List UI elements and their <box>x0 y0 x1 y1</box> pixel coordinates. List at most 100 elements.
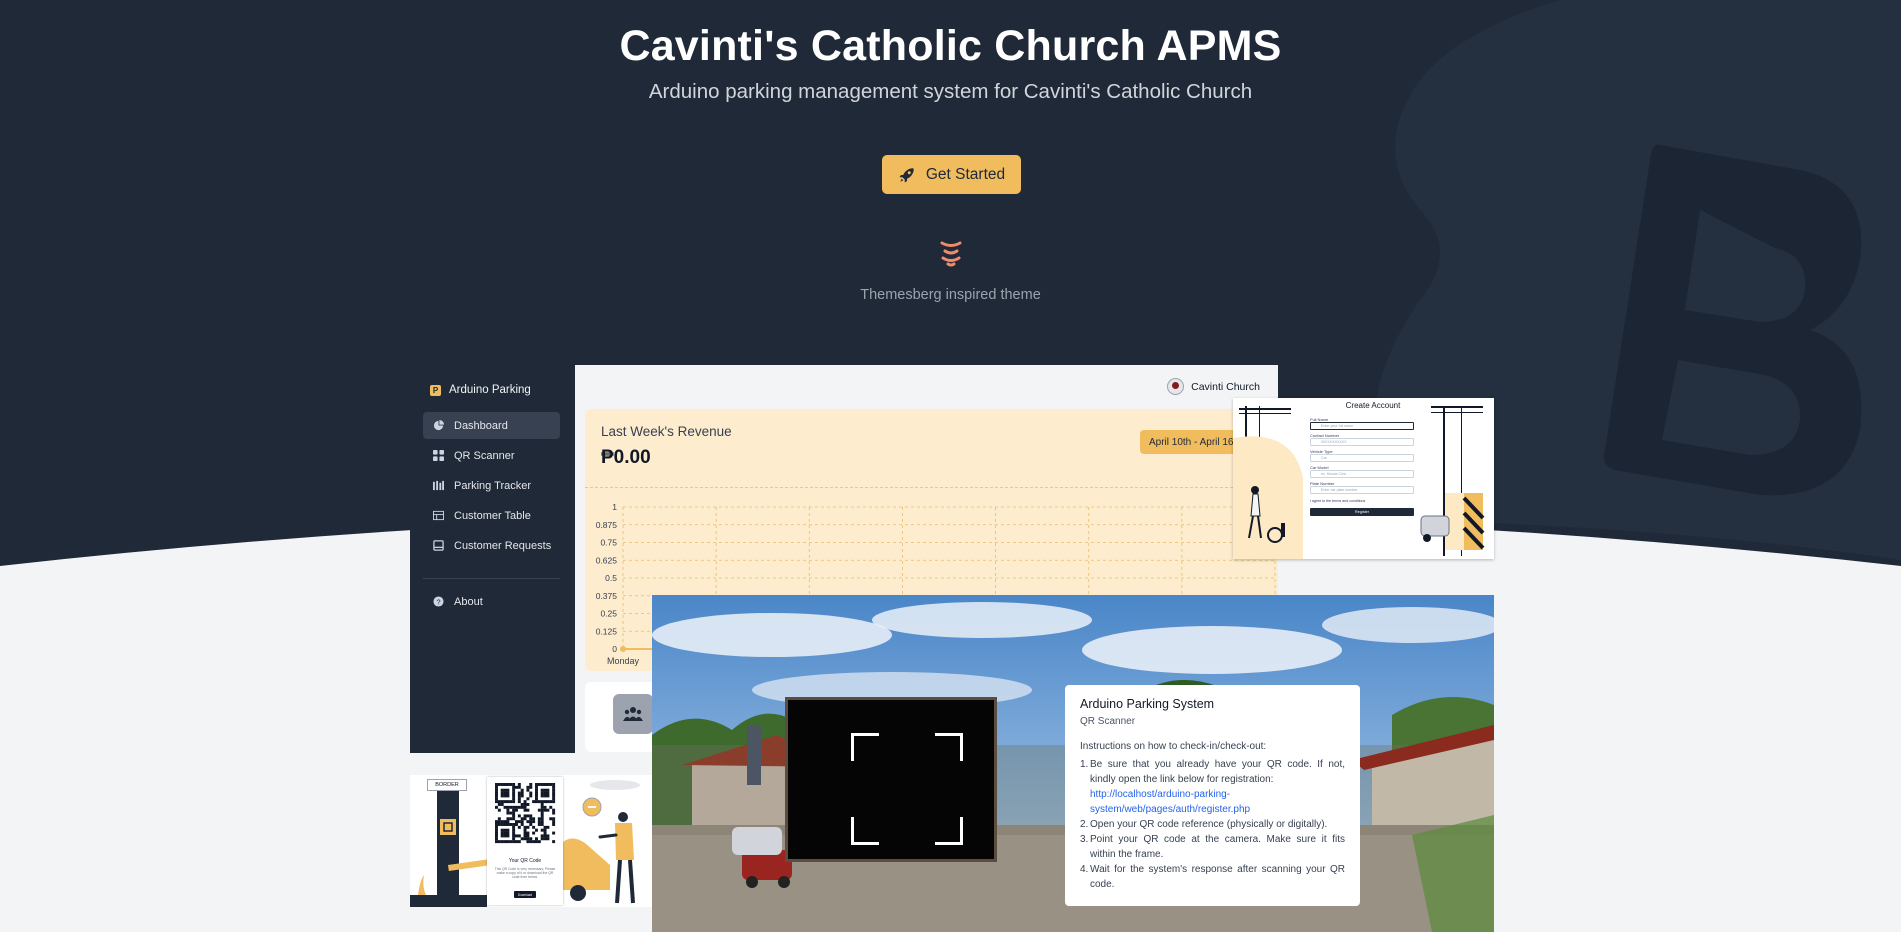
qr-module <box>497 820 501 824</box>
qr-module <box>526 831 530 835</box>
registration-link[interactable]: http://localhost/arduino-parking-system/… <box>1090 789 1250 815</box>
qr-module <box>506 831 510 835</box>
contact-number-field[interactable]: 09XXXXXXXXX <box>1310 438 1414 446</box>
qr-module <box>532 825 536 829</box>
qr-module <box>495 791 498 795</box>
sidebar-item-dashboard[interactable]: Dashboard <box>423 412 560 439</box>
qr-module <box>500 831 504 835</box>
user-name: Cavinti Church <box>1191 380 1260 393</box>
qr-module <box>506 808 510 812</box>
get-started-button[interactable]: Get Started <box>882 155 1021 194</box>
grid-icon <box>433 450 444 461</box>
sidebar-item-customer-table[interactable]: Customer Table <box>423 502 560 529</box>
y-tick-label: 1 <box>612 502 617 512</box>
x-tick-label: Monday <box>607 656 640 666</box>
qr-module <box>509 805 513 809</box>
qr-module <box>517 783 521 786</box>
revenue-separator <box>585 487 1278 488</box>
qr-module <box>535 837 538 841</box>
qr-module <box>509 783 513 786</box>
plate-number-field[interactable]: Enter car plate number <box>1310 486 1414 494</box>
qr-module <box>497 808 501 812</box>
qr-module <box>526 837 530 841</box>
sidebar-item-about[interactable]: ? About <box>423 588 560 615</box>
qr-module <box>497 817 501 821</box>
qr-module <box>526 814 530 818</box>
hero-title: Cavinti's Catholic Church APMS <box>619 22 1282 70</box>
qr-module <box>540 788 544 792</box>
avatar <box>1167 378 1185 395</box>
qr-module <box>497 803 501 806</box>
qr-module <box>540 791 544 795</box>
qr-code-image <box>495 783 556 844</box>
y-tick-label: 0.5 <box>605 573 617 583</box>
qr-module <box>495 831 498 835</box>
vehicle-type-field[interactable]: Car <box>1310 454 1414 462</box>
qr-module <box>515 823 518 826</box>
qr-module <box>523 828 527 832</box>
qr-module <box>512 791 516 795</box>
y-tick-label: 0.375 <box>596 591 618 601</box>
user-menu[interactable]: Cavinti Church <box>1167 378 1260 395</box>
qr-module <box>537 840 541 844</box>
qr-module <box>549 800 553 804</box>
qr-module <box>515 808 518 812</box>
terms-checkbox[interactable]: I agree to the terms and conditions <box>1310 498 1414 504</box>
qr-module <box>543 831 547 835</box>
qr-module <box>532 817 536 821</box>
qr-module <box>549 805 553 809</box>
qr-code-card: Your QR Code This QR Code is very necess… <box>487 777 563 905</box>
qr-module <box>495 805 498 809</box>
qr-module <box>546 808 550 812</box>
qr-module <box>540 805 544 809</box>
qr-module <box>503 788 507 792</box>
y-tick-label: 0.25 <box>600 609 617 619</box>
qr-module <box>495 785 498 789</box>
qr-module <box>509 811 513 815</box>
qr-module <box>546 834 550 838</box>
qr-scanner-preview: Arduino Parking System QR Scanner Instru… <box>652 595 1494 932</box>
qr-module <box>517 797 521 801</box>
y-tick-label: 0 <box>612 644 617 654</box>
qr-module <box>506 794 510 798</box>
qr-module <box>500 800 504 804</box>
qr-module <box>526 803 530 806</box>
qr-module <box>537 808 541 812</box>
full-name-field[interactable]: Enter your full name <box>1310 422 1414 430</box>
revenue-value: ₱0.00 <box>601 447 651 468</box>
qr-module <box>506 823 510 826</box>
qr-module <box>512 823 516 826</box>
qr-description: This QR Code is very necessary. Please m… <box>494 867 556 879</box>
qr-module <box>540 803 544 806</box>
qr-module <box>509 840 513 844</box>
qr-module <box>526 797 530 801</box>
brand-caption: Themesberg inspired theme <box>860 287 1041 303</box>
qr-module <box>506 783 510 786</box>
sidebar-divider <box>423 578 560 579</box>
car-model-field[interactable]: ex. Honda Civic <box>1310 470 1414 478</box>
sidebar-brand[interactable]: P Arduino Parking <box>430 384 531 396</box>
qr-module <box>523 817 527 821</box>
qr-module <box>529 820 533 824</box>
qr-module <box>543 837 547 841</box>
qr-module <box>512 837 516 841</box>
qr-module <box>503 828 507 832</box>
qr-module <box>515 785 518 789</box>
qr-module <box>537 817 541 821</box>
qr-module <box>535 788 538 792</box>
sidebar-item-qr-scanner[interactable]: QR Scanner <box>423 442 560 469</box>
themesberg-logo-icon <box>940 241 962 267</box>
qr-module <box>546 800 550 804</box>
qr-module <box>540 823 544 826</box>
register-button[interactable]: Register <box>1310 508 1414 516</box>
sidebar-item-parking-tracker[interactable]: Parking Tracker <box>423 472 560 499</box>
sidebar-item-customer-requests[interactable]: Customer Requests <box>423 532 560 559</box>
y-tick-label: 0.875 <box>596 520 618 530</box>
qr-module <box>512 817 516 821</box>
qr-module <box>543 805 547 809</box>
qr-module <box>529 783 533 786</box>
qr-module <box>512 834 516 838</box>
qr-module <box>529 823 533 826</box>
download-button[interactable]: Download <box>514 891 536 898</box>
step-text: Open your QR code reference (physically … <box>1090 819 1328 830</box>
